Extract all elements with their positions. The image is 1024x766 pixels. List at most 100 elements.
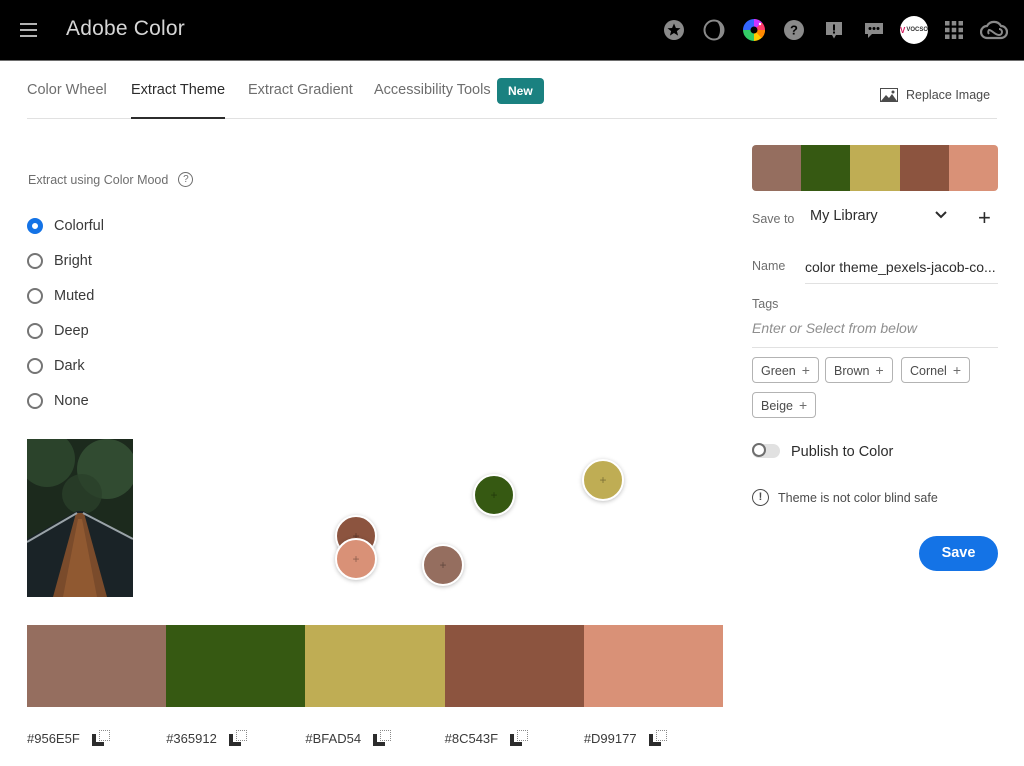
swatch-2[interactable] <box>166 625 306 707</box>
swatch-1[interactable] <box>27 625 167 707</box>
swatch-3[interactable] <box>305 625 445 707</box>
plus-icon: + <box>798 397 808 413</box>
chat-icon[interactable] <box>858 14 890 46</box>
warning-text: Theme is not color blind safe <box>778 490 938 505</box>
avatar[interactable]: V VOCSO <box>898 14 930 46</box>
color-mood-options: Colorful Bright Muted Deep Dark None <box>27 208 104 418</box>
radio[interactable] <box>27 357 43 374</box>
mood-option-muted[interactable]: Muted <box>27 278 104 313</box>
tags-label: Tags <box>752 297 779 311</box>
new-badge: New <box>497 78 544 104</box>
chevron-down-icon[interactable] <box>934 208 948 222</box>
replace-image-label: Replace Image <box>906 88 991 102</box>
preview-swatch <box>850 145 900 191</box>
help-circle-icon[interactable]: ? <box>178 172 194 187</box>
library-select[interactable]: My Library <box>810 208 950 224</box>
copy-icon[interactable] <box>228 730 247 746</box>
color-picker-handle-5[interactable]: + <box>335 538 377 580</box>
mood-label: Muted <box>54 287 95 304</box>
mood-option-deep[interactable]: Deep <box>27 313 104 348</box>
tag-cornel[interactable]: Cornel + <box>901 357 971 383</box>
save-button[interactable]: Save <box>919 536 998 571</box>
hex-item: #BFAD54 <box>305 730 444 746</box>
color-mood-text: Extract using Color Mood <box>28 172 169 187</box>
publish-label: Publish to Color <box>791 444 894 460</box>
radio[interactable] <box>27 322 43 339</box>
publish-toggle[interactable] <box>752 443 780 458</box>
color-picker-handle-3[interactable]: + <box>582 459 624 501</box>
hex-values: #956E5F #365912 #BFAD54 #8C543F #D99177 <box>27 730 723 746</box>
help-icon[interactable]: ? <box>778 14 810 46</box>
preview-swatch <box>948 145 998 191</box>
apps-grid-icon[interactable] <box>938 14 970 46</box>
replace-image-button[interactable]: Replace Image <box>880 88 990 102</box>
hex-code: #365912 <box>166 730 217 746</box>
hex-code: #956E5F <box>27 730 80 746</box>
avatar-text: VOCSO <box>906 27 929 33</box>
feedback-icon[interactable] <box>818 14 850 46</box>
mood-label: Deep <box>54 322 89 339</box>
tags-input[interactable]: Enter or Select from below <box>752 320 998 348</box>
color-blind-warning: ! Theme is not color blind safe <box>752 489 938 506</box>
color-picker-handle-1[interactable]: + <box>422 544 464 586</box>
preview-swatch <box>752 145 802 191</box>
tab-extract-theme[interactable]: Extract Theme <box>131 82 226 119</box>
hex-item: #365912 <box>166 730 305 746</box>
swatch-4[interactable] <box>444 625 584 707</box>
mood-label: None <box>54 392 89 409</box>
image-icon <box>880 88 898 102</box>
preview-swatch <box>801 145 851 191</box>
tab-extract-gradient[interactable]: Extract Gradient <box>248 82 353 98</box>
tag-label: Cornel <box>910 364 947 378</box>
mood-option-dark[interactable]: Dark <box>27 348 104 383</box>
top-bar: Adobe Color ? V VOCSO <box>0 0 1024 61</box>
copy-icon[interactable] <box>91 730 110 746</box>
radio-checked[interactable] <box>27 217 43 234</box>
preview-swatch <box>899 145 949 191</box>
hex-code: #8C543F <box>444 730 499 746</box>
plus-icon: + <box>875 362 884 378</box>
mood-option-bright[interactable]: Bright <box>27 243 104 278</box>
radio[interactable] <box>27 287 43 304</box>
hex-code: #BFAD54 <box>305 730 362 746</box>
radio[interactable] <box>27 392 43 409</box>
creative-cloud-icon[interactable] <box>978 14 1010 46</box>
moon-icon[interactable] <box>698 14 730 46</box>
plus-icon: + <box>599 473 607 487</box>
swatch-5[interactable] <box>583 625 724 707</box>
hex-item: #D99177 <box>584 730 723 746</box>
theme-preview-palette <box>752 145 998 191</box>
add-library-button[interactable]: + <box>978 207 991 229</box>
app-title: Adobe Color <box>66 17 185 40</box>
copy-icon[interactable] <box>373 730 392 746</box>
radio[interactable] <box>27 252 43 269</box>
copy-icon[interactable] <box>510 730 529 746</box>
mood-label: Dark <box>54 357 85 374</box>
save-to-label: Save to <box>752 212 795 226</box>
star-icon[interactable] <box>658 14 690 46</box>
tag-brown[interactable]: Brown + <box>825 357 893 383</box>
theme-swatches <box>27 625 724 707</box>
plus-icon: + <box>490 488 498 502</box>
tag-label: Brown <box>834 364 870 378</box>
menu-icon[interactable] <box>20 23 37 37</box>
tag-beige[interactable]: Beige + <box>752 392 817 418</box>
theme-name-input[interactable]: color theme_pexels-jacob-co... <box>805 255 998 284</box>
mood-option-colorful[interactable]: Colorful <box>27 208 104 243</box>
tag-label: Beige <box>761 399 793 413</box>
color-wheel-icon[interactable] <box>738 14 770 46</box>
tab-accessibility-tools[interactable]: Accessibility Tools <box>374 82 491 98</box>
hex-item: #956E5F <box>27 730 166 746</box>
tab-color-wheel[interactable]: Color Wheel <box>27 82 107 98</box>
color-picker-handle-2[interactable]: + <box>473 474 515 516</box>
mood-label: Bright <box>54 252 92 269</box>
mood-option-none[interactable]: None <box>27 383 104 418</box>
hex-item: #8C543F <box>445 730 584 746</box>
tag-green[interactable]: Green + <box>752 357 819 383</box>
copy-icon[interactable] <box>648 730 667 746</box>
color-mood-label: Extract using Color Mood ? <box>28 172 194 187</box>
top-icons: ? V VOCSO <box>650 14 1010 46</box>
alert-circle-icon: ! <box>752 489 769 506</box>
source-image-thumbnail[interactable] <box>27 439 133 597</box>
mood-label: Colorful <box>54 217 104 234</box>
